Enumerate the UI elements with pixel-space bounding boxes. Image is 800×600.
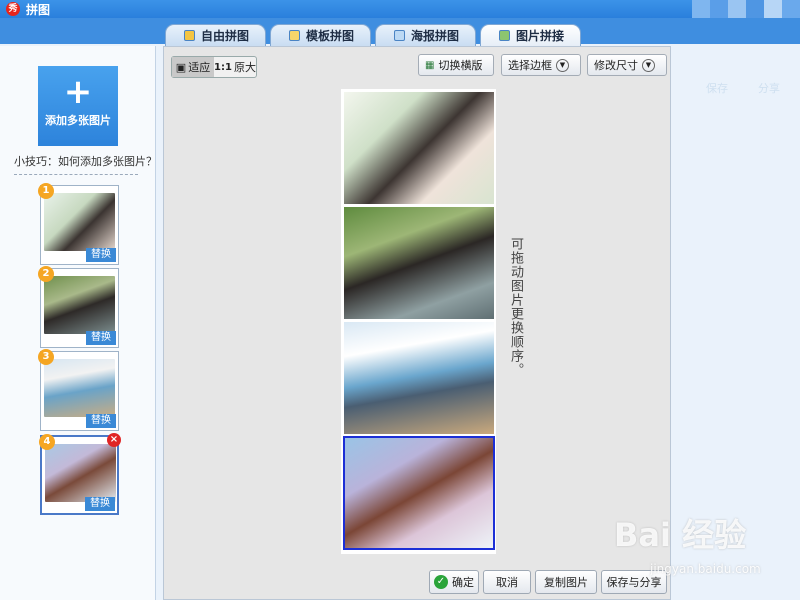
fit-icon: ▣ [175, 60, 187, 74]
confirm-button[interactable]: ✓ 确定 [429, 570, 479, 594]
stitch-icon [499, 30, 511, 41]
save-share-label: 保存与分享 [606, 576, 662, 589]
canvas-area: ▣ 适应 1:1 原大 ▦ 切换横版 选择边框 ▼ 修改尺寸 ▼ 可拖动图片更换… [163, 46, 671, 600]
thumbnail-image [44, 359, 115, 417]
stitched-collage [341, 89, 496, 554]
tab-label: 自由拼图 [201, 29, 250, 43]
poster-icon [394, 30, 406, 41]
collage-photo-3[interactable] [344, 322, 494, 434]
cancel-button[interactable]: 取消 [483, 570, 531, 594]
delete-icon[interactable]: × [107, 433, 121, 447]
template-icon [289, 30, 301, 41]
chevron-down-icon: ▼ [642, 58, 655, 72]
replace-button[interactable]: 替换 [86, 248, 116, 262]
drag-hint: 可拖动图片更换顺序。 [508, 237, 523, 377]
divider [14, 174, 138, 175]
copy-label: 复制图片 [544, 576, 588, 589]
fit-label: 适应 [188, 61, 211, 74]
tab-label: 图片拼接 [516, 29, 565, 43]
replace-button[interactable]: 替换 [86, 331, 116, 345]
mode-tabs: 自由拼图 模板拼图 海报拼图 图片拼接 [165, 24, 582, 46]
thumbnail-1[interactable]: 1 替换 [38, 183, 119, 265]
confirm-label: 确定 [452, 576, 474, 589]
grid-icon: ▦ [425, 59, 435, 71]
select-border-label: 选择边框 [508, 59, 552, 72]
app-title: 拼图 [26, 3, 51, 17]
order-badge: 3 [38, 349, 54, 365]
add-images-button[interactable]: + 添加多张图片 [38, 66, 118, 146]
resize-label: 修改尺寸 [594, 59, 638, 72]
original-label: 原大 [233, 61, 256, 74]
tab-label: 模板拼图 [306, 29, 355, 43]
zoom-toggle: ▣ 适应 1:1 原大 [171, 56, 257, 78]
thumbnail-image [44, 193, 115, 251]
collage-photo-1[interactable] [344, 92, 494, 204]
plus-icon: + [63, 72, 93, 112]
tab-template-collage[interactable]: 模板拼图 [270, 24, 372, 46]
cancel-label: 取消 [496, 576, 518, 589]
collage-photo-2[interactable] [344, 207, 494, 319]
one-to-one-icon: 1:1 [214, 61, 232, 73]
thumbnail-3[interactable]: 3 替换 [38, 349, 119, 431]
tab-poster-collage[interactable]: 海报拼图 [375, 24, 477, 46]
original-size-button[interactable]: 1:1 原大 [214, 57, 256, 77]
app-logo: 秀 [6, 2, 20, 16]
check-icon: ✓ [434, 575, 448, 589]
switch-layout-button[interactable]: ▦ 切换横版 [418, 54, 494, 76]
window-controls[interactable] [692, 0, 800, 18]
title-bar: 秀 拼图 [0, 0, 800, 18]
free-collage-icon [184, 30, 195, 41]
tip-link[interactable]: 小技巧：如何添加多张图片？ [14, 153, 157, 169]
baidu-watermark: Bai 经验 [614, 516, 747, 554]
thumbnail-2[interactable]: 2 替换 [38, 266, 119, 348]
replace-button[interactable]: 替换 [85, 497, 115, 511]
copy-image-button[interactable]: 复制图片 [535, 570, 597, 594]
collage-photo-4-selected[interactable] [343, 436, 495, 550]
faint-save-tab: 保存 [706, 82, 728, 95]
tab-image-stitch[interactable]: 图片拼接 [480, 24, 582, 46]
fit-button[interactable]: ▣ 适应 [172, 57, 214, 77]
replace-button[interactable]: 替换 [86, 414, 116, 428]
order-badge: 1 [38, 183, 54, 199]
tab-free-collage[interactable]: 自由拼图 [165, 24, 267, 46]
order-badge: 2 [38, 266, 54, 282]
thumbnail-image [45, 444, 116, 502]
baidu-watermark-url: jingyan.baidu.com [650, 562, 761, 576]
switch-layout-label: 切换横版 [438, 59, 483, 72]
order-badge: 4 [39, 434, 55, 450]
left-panel: + 添加多张图片 小技巧：如何添加多张图片？ 1 替换 2 替换 3 替换 4 … [0, 46, 157, 600]
add-images-label: 添加多张图片 [45, 114, 111, 127]
tab-label: 海报拼图 [411, 29, 460, 43]
faint-share-tab: 分享 [758, 82, 780, 95]
select-border-dropdown[interactable]: 选择边框 ▼ [501, 54, 581, 76]
thumbnail-image [44, 276, 115, 334]
thumbnail-4[interactable]: 4 × 替换 [39, 433, 121, 515]
resize-dropdown[interactable]: 修改尺寸 ▼ [587, 54, 667, 76]
chevron-down-icon: ▼ [556, 58, 569, 72]
